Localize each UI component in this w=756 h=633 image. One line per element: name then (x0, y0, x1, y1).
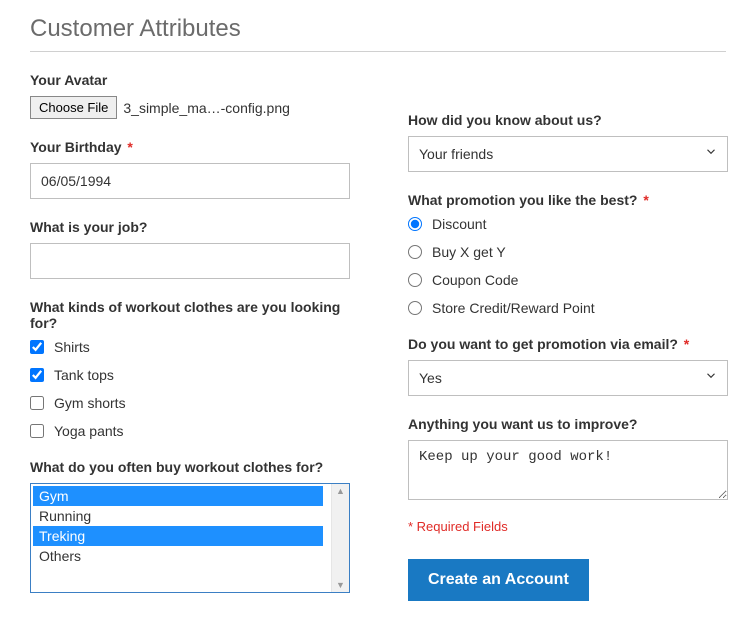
ms-option-treking[interactable]: Treking (33, 526, 323, 546)
improve-label: Anything you want us to improve? (408, 416, 726, 432)
required-asterisk: * (127, 139, 132, 155)
promo-email-label: Do you want to get promotion via email? … (408, 336, 726, 352)
checkbox-label-yoga-pants: Yoga pants (54, 423, 124, 439)
checkbox-gym-shorts[interactable] (30, 396, 44, 410)
checkbox-row-gym-shorts: Gym shorts (30, 395, 348, 411)
scroll-up-icon: ▲ (336, 486, 345, 496)
job-input[interactable] (30, 243, 350, 279)
birthday-label-text: Your Birthday (30, 139, 122, 155)
buy-for-multiselect[interactable]: Gym Running Treking Others ▲ ▼ (30, 483, 350, 593)
radio-row-coupon: Coupon Code (408, 272, 726, 288)
scroll-down-icon: ▼ (336, 580, 345, 590)
radio-row-credit: Store Credit/Reward Point (408, 300, 726, 316)
required-asterisk: * (684, 336, 689, 352)
checkbox-row-yoga-pants: Yoga pants (30, 423, 348, 439)
promo-email-label-text: Do you want to get promotion via email? (408, 336, 678, 352)
radio-coupon[interactable] (408, 273, 422, 287)
required-fields-note: * Required Fields (408, 519, 726, 534)
workout-kinds-field: What kinds of workout clothes are you lo… (30, 299, 348, 439)
workout-kinds-label: What kinds of workout clothes are you lo… (30, 299, 348, 331)
avatar-filename: 3_simple_ma…-config.png (123, 100, 290, 116)
know-about-field: How did you know about us? Your friends (408, 112, 726, 172)
promo-email-select[interactable]: Yes (408, 360, 728, 396)
improve-textarea[interactable]: Keep up your good work! (408, 440, 728, 500)
right-column: How did you know about us? Your friends … (408, 72, 726, 613)
job-field: What is your job? (30, 219, 348, 279)
checkbox-row-tank-tops: Tank tops (30, 367, 348, 383)
promo-label-text: What promotion you like the best? (408, 192, 637, 208)
know-about-label: How did you know about us? (408, 112, 726, 128)
birthday-field: Your Birthday * (30, 139, 348, 199)
avatar-label: Your Avatar (30, 72, 348, 88)
improve-field: Anything you want us to improve? Keep up… (408, 416, 726, 505)
radio-row-discount: Discount (408, 216, 726, 232)
promo-email-select-wrap: Yes (408, 360, 728, 396)
radio-row-buyx: Buy X get Y (408, 244, 726, 260)
job-label: What is your job? (30, 219, 348, 235)
avatar-file-row: Choose File 3_simple_ma…-config.png (30, 96, 348, 119)
radio-label-discount: Discount (432, 216, 486, 232)
page-title: Customer Attributes (30, 15, 726, 43)
radio-label-credit: Store Credit/Reward Point (432, 300, 595, 316)
checkbox-label-shirts: Shirts (54, 339, 90, 355)
checkbox-row-shirts: Shirts (30, 339, 348, 355)
know-about-select[interactable]: Your friends (408, 136, 728, 172)
buy-for-label: What do you often buy workout clothes fo… (30, 459, 348, 475)
checkbox-yoga-pants[interactable] (30, 424, 44, 438)
birthday-input[interactable] (30, 163, 350, 199)
promo-email-field: Do you want to get promotion via email? … (408, 336, 726, 396)
required-asterisk: * (643, 192, 648, 208)
title-divider (30, 51, 726, 52)
promo-label: What promotion you like the best? * (408, 192, 726, 208)
left-column: Your Avatar Choose File 3_simple_ma…-con… (30, 72, 348, 613)
ms-option-gym[interactable]: Gym (33, 486, 323, 506)
radio-credit[interactable] (408, 301, 422, 315)
ms-option-running[interactable]: Running (33, 506, 323, 526)
know-about-select-wrap: Your friends (408, 136, 728, 172)
checkbox-tank-tops[interactable] (30, 368, 44, 382)
checkbox-label-tank-tops: Tank tops (54, 367, 114, 383)
radio-label-coupon: Coupon Code (432, 272, 518, 288)
radio-label-buyx: Buy X get Y (432, 244, 506, 260)
ms-option-others[interactable]: Others (33, 546, 323, 566)
radio-discount[interactable] (408, 217, 422, 231)
buy-for-field: What do you often buy workout clothes fo… (30, 459, 348, 593)
radio-buyx[interactable] (408, 245, 422, 259)
avatar-field: Your Avatar Choose File 3_simple_ma…-con… (30, 72, 348, 119)
checkbox-shirts[interactable] (30, 340, 44, 354)
promo-field: What promotion you like the best? * Disc… (408, 192, 726, 316)
form-columns: Your Avatar Choose File 3_simple_ma…-con… (30, 72, 726, 613)
multiselect-scrollbar[interactable]: ▲ ▼ (331, 484, 349, 592)
choose-file-button[interactable]: Choose File (30, 96, 117, 119)
create-account-button[interactable]: Create an Account (408, 559, 589, 601)
checkbox-label-gym-shorts: Gym shorts (54, 395, 126, 411)
birthday-label: Your Birthday * (30, 139, 348, 155)
